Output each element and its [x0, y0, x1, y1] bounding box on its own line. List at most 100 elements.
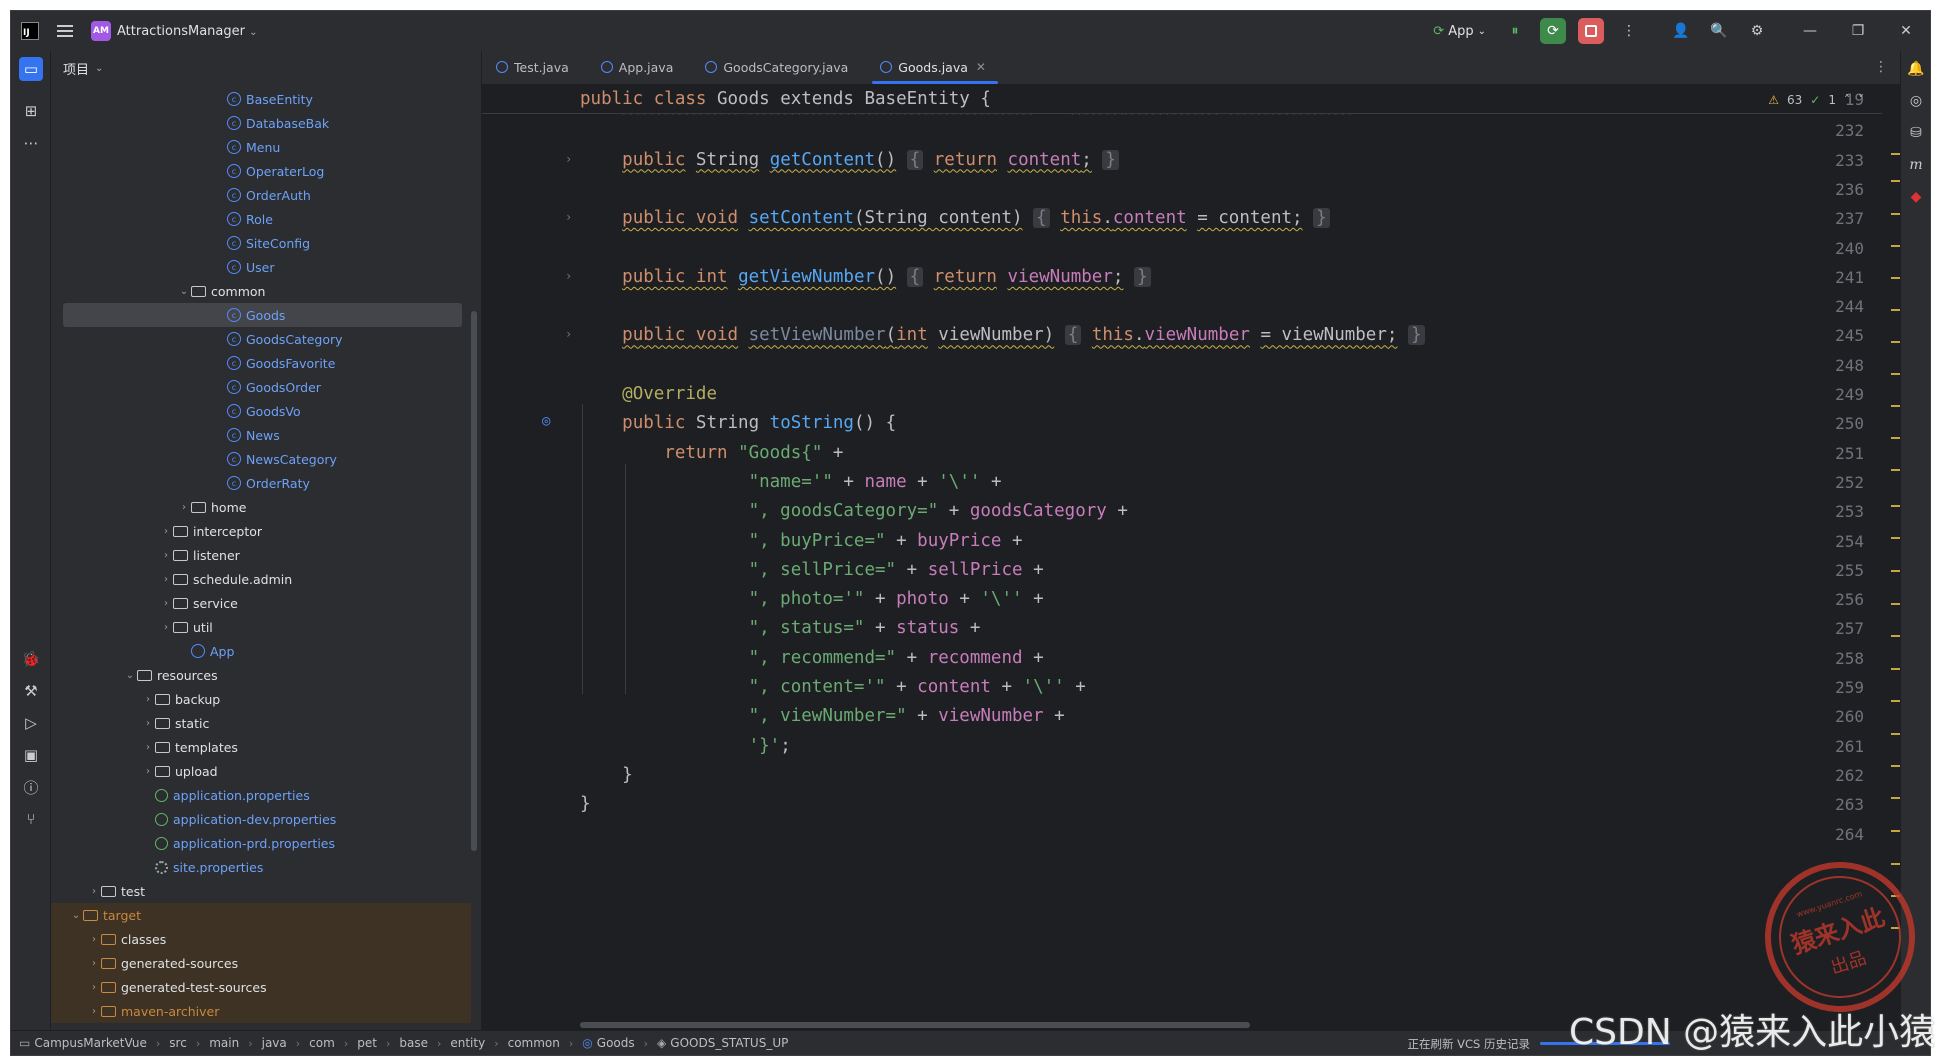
breadcrumb-item[interactable]: java	[262, 1036, 287, 1050]
tree-item-orderauth[interactable]: c OrderAuth	[51, 183, 471, 207]
tree-item-resources[interactable]: ⌄ resources	[51, 663, 471, 687]
close-window-button[interactable]: ✕	[1882, 11, 1930, 51]
tree-item-schedule-admin[interactable]: › schedule.admin	[51, 567, 471, 591]
tree-item-goods[interactable]: c Goods	[63, 303, 462, 327]
breadcrumb-item[interactable]: main	[209, 1036, 239, 1050]
project-folder-icon[interactable]: ▭	[19, 57, 43, 81]
line-number[interactable]: 250	[1822, 409, 1882, 438]
line-number[interactable]: 252	[1822, 468, 1882, 497]
breadcrumb-item[interactable]: src	[169, 1036, 187, 1050]
rerun-button[interactable]: ⟳	[1534, 11, 1572, 51]
ai-assistant-icon[interactable]: ◎	[1906, 91, 1926, 111]
terminal-icon[interactable]: ▣	[19, 743, 43, 767]
override-gutter-icon[interactable]: ◎	[542, 413, 550, 429]
chevron-down-icon[interactable]: ⌄	[69, 910, 83, 921]
plugin-bird-icon[interactable]: ◆	[1906, 187, 1926, 207]
more-actions-icon[interactable]: ⋮	[1610, 11, 1648, 51]
line-number[interactable]: 237	[1822, 204, 1882, 233]
chevron-right-icon[interactable]: ›	[141, 694, 155, 705]
chevron-right-icon[interactable]: ›	[141, 742, 155, 753]
maven-icon[interactable]: m	[1906, 155, 1926, 175]
line-number[interactable]: 259	[1822, 673, 1882, 702]
breadcrumb-item[interactable]: com	[309, 1036, 335, 1050]
main-menu-icon[interactable]	[57, 25, 73, 37]
tree-item-test[interactable]: › test	[51, 879, 471, 903]
line-number[interactable]: 262	[1822, 761, 1882, 790]
tree-item-home[interactable]: › home	[51, 495, 471, 519]
tree-item-goodsorder[interactable]: c GoodsOrder	[51, 375, 471, 399]
line-number[interactable]: 249	[1822, 380, 1882, 409]
project-tree-scrollbar[interactable]	[471, 311, 477, 851]
chevron-right-icon[interactable]: ›	[87, 982, 101, 993]
tree-item-interceptor[interactable]: › interceptor	[51, 519, 471, 543]
breadcrumb-item[interactable]: common	[508, 1036, 560, 1050]
line-number[interactable]: 263	[1822, 790, 1882, 819]
project-name[interactable]: AttractionsManager ⌄	[117, 24, 258, 39]
breadcrumb-item[interactable]: CampusMarketVue	[34, 1036, 147, 1050]
tree-item-goodsvo[interactable]: c GoodsVo	[51, 399, 471, 423]
chevron-right-icon[interactable]: ›	[159, 574, 173, 585]
breadcrumb-item[interactable]: pet	[357, 1036, 377, 1050]
tree-item-generated-test-sources[interactable]: › generated-test-sources	[51, 975, 471, 999]
tree-item-app[interactable]: App	[51, 639, 471, 663]
tree-item-role[interactable]: c Role	[51, 207, 471, 231]
chevron-right-icon[interactable]: ›	[159, 598, 173, 609]
line-number[interactable]: 241	[1822, 263, 1882, 292]
background-task[interactable]: 正在刷新 VCS 历史记录	[1407, 1036, 1530, 1052]
chevron-right-icon[interactable]: ›	[87, 1006, 101, 1017]
chevron-right-icon[interactable]: ›	[87, 934, 101, 945]
chevron-right-icon[interactable]: ›	[159, 550, 173, 561]
stop-button[interactable]	[1572, 11, 1610, 51]
tree-item-news[interactable]: c News	[51, 423, 471, 447]
run-config-selector[interactable]: ⟳ App ⌄	[1423, 11, 1496, 51]
tab-goods-java[interactable]: Goods.java ✕	[866, 50, 1004, 84]
debug-icon[interactable]: 🐞	[19, 647, 43, 671]
fold-marker-icon[interactable]: ›	[565, 210, 572, 224]
line-number[interactable]: 255	[1822, 556, 1882, 585]
close-tab-icon[interactable]: ✕	[976, 60, 986, 74]
line-number[interactable]: 260	[1822, 702, 1882, 731]
tree-item-application-properties[interactable]: application.properties	[51, 783, 471, 807]
tree-item-orderraty[interactable]: c OrderRaty	[51, 471, 471, 495]
line-number[interactable]: 233	[1822, 146, 1882, 175]
tree-item-menu[interactable]: c Menu	[51, 135, 471, 159]
tree-item-baseentity[interactable]: c BaseEntity	[51, 87, 471, 111]
maximize-button[interactable]: ❐	[1834, 11, 1882, 51]
tree-item-service[interactable]: › service	[51, 591, 471, 615]
code-editor[interactable]: 19 public class Goods extends BaseEntity…	[482, 85, 1882, 1032]
tree-item-static[interactable]: › static	[51, 711, 471, 735]
services-icon[interactable]: ▷	[19, 711, 43, 735]
inspection-widget[interactable]: ⚠ 63 ✓ 1 ˄ ˅	[1768, 93, 1864, 107]
chevron-right-icon[interactable]: ›	[159, 622, 173, 633]
git-icon[interactable]: ⑂	[19, 807, 43, 831]
fold-marker-icon[interactable]: ›	[565, 269, 572, 283]
line-number[interactable]: 251	[1822, 439, 1882, 468]
horizontal-scrollbar[interactable]	[580, 1022, 1250, 1028]
chevron-right-icon[interactable]: ›	[87, 886, 101, 897]
project-panel-header[interactable]: 项目 ⌄	[51, 51, 481, 85]
search-icon[interactable]: 🔍	[1700, 11, 1738, 51]
fold-marker-icon[interactable]: ›	[565, 152, 572, 166]
tree-item-application-dev-properties[interactable]: application-dev.properties	[51, 807, 471, 831]
structure-icon[interactable]: ⊞	[19, 99, 43, 123]
notifications-icon[interactable]: 🔔	[1906, 59, 1926, 79]
minimize-button[interactable]: —	[1786, 11, 1834, 51]
tree-item-listener[interactable]: › listener	[51, 543, 471, 567]
tree-item-site-properties[interactable]: site.properties	[51, 855, 471, 879]
tree-item-util[interactable]: › util	[51, 615, 471, 639]
line-number[interactable]: 240	[1822, 234, 1882, 263]
line-number[interactable]: 253	[1822, 497, 1882, 526]
line-number[interactable]: 254	[1822, 527, 1882, 556]
line-number[interactable]: 245	[1822, 321, 1882, 350]
breadcrumb-item[interactable]: Goods	[597, 1036, 635, 1050]
fold-marker-icon[interactable]: ›	[565, 327, 572, 341]
tree-item-databasebak[interactable]: c DatabaseBak	[51, 111, 471, 135]
tree-item-common[interactable]: ⌄ common	[51, 279, 471, 303]
tree-item-classes[interactable]: › classes	[51, 927, 471, 951]
build-icon[interactable]: ⚒	[19, 679, 43, 703]
tree-item-operaterlog[interactable]: c OperaterLog	[51, 159, 471, 183]
tree-item-upload[interactable]: › upload	[51, 759, 471, 783]
tree-item-goodsfavorite[interactable]: c GoodsFavorite	[51, 351, 471, 375]
tree-item-backup[interactable]: › backup	[51, 687, 471, 711]
line-number[interactable]: 264	[1822, 820, 1882, 849]
